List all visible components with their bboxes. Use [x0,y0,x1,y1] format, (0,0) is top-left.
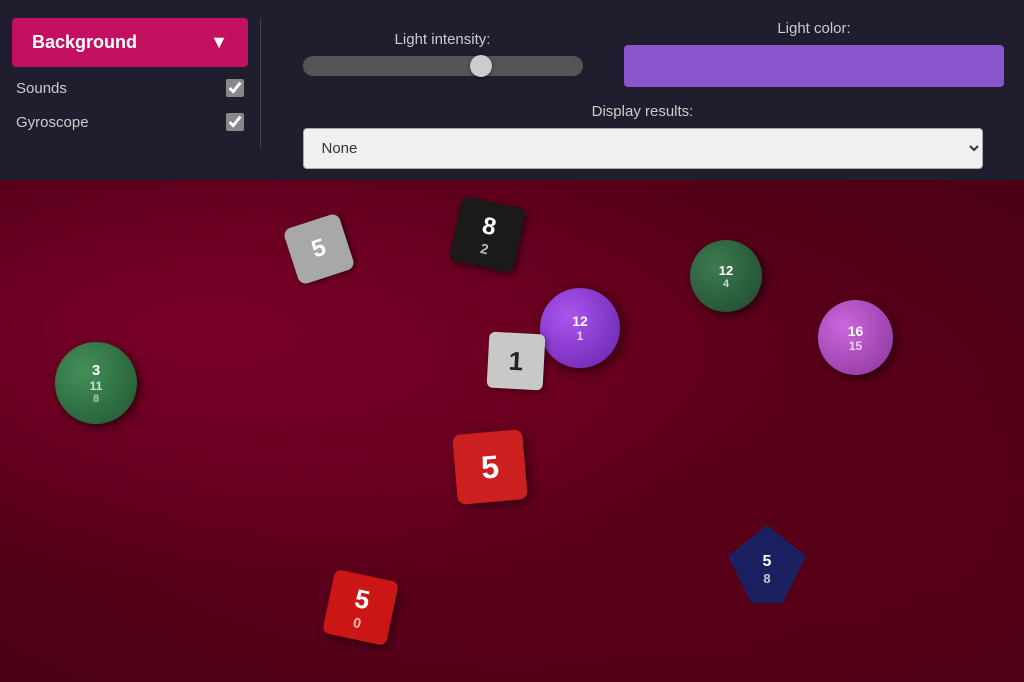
canvas-area[interactable]: 5 8 2 12 4 12 1 1 16 15 3 11 8 5 5 8 5 0 [0,180,1024,682]
background-btn-label: Background [32,32,137,53]
die-green-d12-num1: 12 [719,263,733,278]
die-red-cube[interactable]: 5 [452,429,528,505]
die-purple2-d20[interactable]: 16 15 [818,300,893,375]
die-gray-cube[interactable]: 5 [282,212,355,285]
gyroscope-label: Gyroscope [16,114,89,131]
control-bar: Background ▼ Sounds Gyroscope Light inte… [0,0,1024,180]
sounds-checkbox[interactable] [226,79,244,97]
light-intensity-slider[interactable] [303,56,583,76]
die-green-d10[interactable]: 3 11 8 [55,342,137,424]
die-purple-d20[interactable]: 12 1 [540,288,620,368]
die-green-d10-num1: 3 [92,362,100,379]
sounds-label: Sounds [16,80,67,97]
die-purple2-num1: 16 [848,323,864,339]
die-black-d8[interactable]: 8 2 [449,196,526,273]
display-results-label: Display results: [592,103,694,120]
die-green-d12[interactable]: 12 4 [690,240,762,312]
die-white-d4[interactable]: 1 [487,332,546,391]
die-white-d4-number: 1 [508,345,524,377]
light-color-section: Light color: [624,20,1004,87]
die-red-cube2[interactable]: 5 0 [322,569,399,646]
die-navy-num1: 5 [763,553,772,571]
light-color-swatch[interactable] [624,45,1004,87]
chevron-down-icon: ▼ [210,32,228,53]
die-gray-cube-number: 5 [308,234,329,265]
light-color-label: Light color: [777,20,850,37]
die-purple-d20-num1: 12 [572,313,588,329]
display-results-select[interactable]: None Sum Individual Sum + Individual [303,128,983,169]
left-panel: Background ▼ Sounds Gyroscope [0,10,260,143]
gyroscope-checkbox[interactable] [226,113,244,131]
die-black-top: 8 [480,212,499,242]
display-results-section: Display results: None Sum Individual Sum… [281,103,1004,169]
controls-top: Light intensity: Light color: [281,20,1004,87]
die-red-cube2-num1: 5 [352,583,373,616]
die-navy-d8[interactable]: 5 8 [728,525,806,603]
sounds-row: Sounds [12,75,248,101]
die-green-d10-num3: 8 [93,393,99,405]
light-intensity-label: Light intensity: [395,31,491,48]
right-panel: Light intensity: Light color: Display re… [261,10,1024,179]
die-green-d10-num2: 11 [90,379,103,393]
light-intensity-section: Light intensity: [281,31,604,76]
die-red-cube-number: 5 [480,448,501,486]
die-black-bottom: 2 [479,240,490,257]
gyroscope-row: Gyroscope [12,109,248,135]
die-navy-num2: 8 [763,571,770,586]
die-green-d12-num2: 4 [723,278,729,290]
die-purple-d20-num2: 1 [577,329,584,343]
die-purple2-num2: 15 [849,339,862,353]
background-button[interactable]: Background ▼ [12,18,248,67]
die-red-cube2-num2: 0 [352,614,363,631]
